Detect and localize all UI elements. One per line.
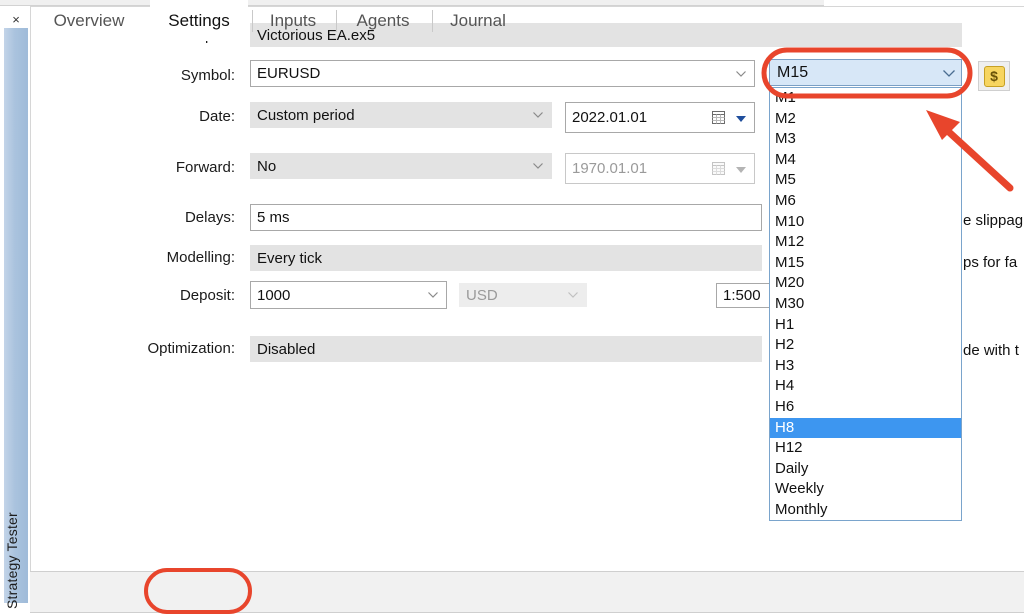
symbol-value: EURUSD xyxy=(257,65,321,82)
timeframe-option-m30[interactable]: M30 xyxy=(770,294,961,315)
tab-bar xyxy=(30,571,1024,615)
modelling-combobox[interactable]: Every tick xyxy=(250,245,762,271)
forward-combobox[interactable]: No xyxy=(250,153,552,179)
timeframe-selected-value: M15 xyxy=(777,63,809,81)
chevron-down-icon xyxy=(736,70,746,77)
label-deposit: Deposit: xyxy=(179,287,235,304)
chevron-down-icon xyxy=(533,112,543,118)
label-symbol: Symbol: xyxy=(180,67,235,84)
timeframe-option-h8[interactable]: H8 xyxy=(770,417,961,439)
leverage-field[interactable]: 1:500 xyxy=(716,283,772,308)
timeframe-option-h12[interactable]: H12 xyxy=(770,438,961,459)
label-delays: Delays: xyxy=(184,209,235,226)
timeframe-combobox[interactable]: M15 xyxy=(769,59,962,86)
currency-settings-button[interactable]: $ xyxy=(978,61,1010,91)
tab-separator xyxy=(432,10,433,32)
timeframe-option-h1[interactable]: H1 xyxy=(770,315,961,336)
chevron-down-icon xyxy=(943,69,955,77)
timeframe-option-m2[interactable]: M2 xyxy=(770,109,961,130)
occluded-help-text-3: de with t xyxy=(963,342,1019,359)
side-tab-label: Strategy Tester xyxy=(4,512,20,609)
forward-date-field: 1970.01.01 xyxy=(565,153,755,184)
currency-value: USD xyxy=(466,286,498,304)
currency-combobox: USD xyxy=(459,283,587,307)
timeframe-option-m6[interactable]: M6 xyxy=(770,191,961,212)
dollar-icon: $ xyxy=(983,65,1005,87)
strategy-tester-window: × Strategy Tester Expert: Victorious EA.… xyxy=(0,0,1024,615)
tab-inputs[interactable]: Inputs xyxy=(256,0,330,41)
timeframe-option-daily[interactable]: Daily xyxy=(770,459,961,480)
timeframe-option-m15[interactable]: M15 xyxy=(770,253,961,274)
tab-settings[interactable]: Settings xyxy=(150,0,248,41)
label-modelling: Modelling: xyxy=(166,249,235,266)
timeframe-option-m20[interactable]: M20 xyxy=(770,273,961,294)
chevron-down-icon xyxy=(428,292,438,298)
calendar-icon xyxy=(712,161,728,177)
date-mode-value: Custom period xyxy=(257,106,355,124)
date-dropdown-arrow-icon[interactable] xyxy=(736,115,746,122)
date-from-value: 2022.01.01 xyxy=(572,109,648,126)
chevron-down-icon xyxy=(533,163,543,169)
tab-separator xyxy=(252,10,253,32)
timeframe-option-h3[interactable]: H3 xyxy=(770,356,961,377)
timeframe-option-m1[interactable]: M1 xyxy=(770,88,961,109)
symbol-combobox[interactable]: EURUSD xyxy=(250,60,755,87)
timeframe-option-monthly[interactable]: Monthly xyxy=(770,500,961,520)
tab-agents[interactable]: Agents xyxy=(340,0,426,41)
label-optimization: Optimization: xyxy=(147,340,235,357)
date-dropdown-arrow-icon xyxy=(736,166,746,173)
forward-value: No xyxy=(257,157,277,175)
label-date: Date: xyxy=(199,108,235,125)
timeframe-option-m5[interactable]: M5 xyxy=(770,170,961,191)
forward-date-value: 1970.01.01 xyxy=(572,160,648,177)
timeframe-option-m4[interactable]: M4 xyxy=(770,150,961,171)
date-from-field[interactable]: 2022.01.01 xyxy=(565,102,755,133)
chevron-down-icon xyxy=(568,292,578,298)
date-mode-combobox[interactable]: Custom period xyxy=(250,102,552,128)
timeframe-option-h6[interactable]: H6 xyxy=(770,397,961,418)
occluded-help-text-1: e slippag xyxy=(963,212,1024,229)
timeframe-option-h2[interactable]: H2 xyxy=(770,335,961,356)
tab-separator xyxy=(336,10,337,32)
label-forward: Forward: xyxy=(175,159,235,176)
deposit-combobox[interactable]: 1000 xyxy=(250,281,447,309)
deposit-value: 1000 xyxy=(257,286,291,304)
occluded-help-text-2: ps for fa xyxy=(963,254,1018,271)
tab-journal[interactable]: Journal xyxy=(436,0,520,41)
calendar-icon[interactable] xyxy=(712,110,728,126)
timeframe-option-m3[interactable]: M3 xyxy=(770,129,961,150)
timeframe-dropdown-list[interactable]: M1 M2 M3 M4 M5 M6 M10 M12 M15 M20 M30 H1 H2 H3 H4 H6 H8 H… xyxy=(769,87,962,521)
timeframe-option-m10[interactable]: M10 xyxy=(770,212,961,233)
timeframe-option-m12[interactable]: M12 xyxy=(770,232,961,253)
delays-field[interactable]: 5 ms xyxy=(250,204,762,231)
tab-overview[interactable]: Overview xyxy=(34,0,144,41)
timeframe-option-weekly[interactable]: Weekly xyxy=(770,479,961,500)
close-icon[interactable]: × xyxy=(8,12,24,28)
timeframe-option-h4[interactable]: H4 xyxy=(770,376,961,397)
optimization-combobox[interactable]: Disabled xyxy=(250,336,762,362)
